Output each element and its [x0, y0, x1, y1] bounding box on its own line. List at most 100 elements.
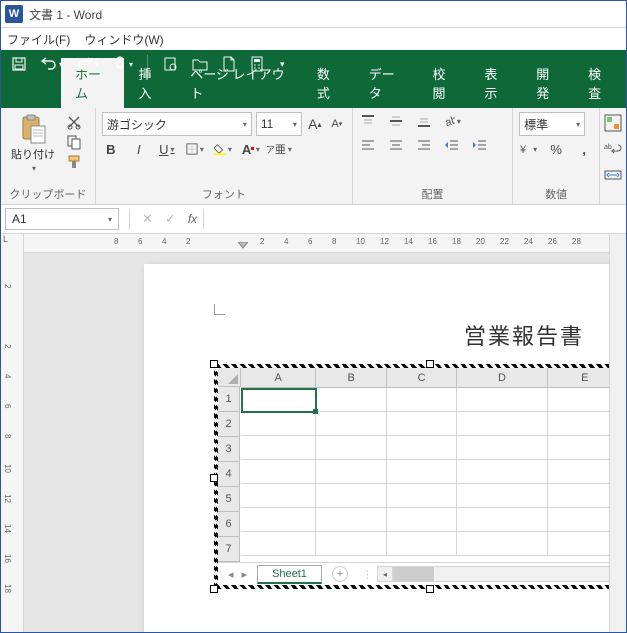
cell[interactable]	[316, 412, 386, 436]
row-header[interactable]: 2	[218, 412, 240, 437]
conditional-format-icon[interactable]	[604, 114, 622, 132]
cell[interactable]	[241, 460, 316, 484]
qat-customize-icon[interactable]: ▾	[280, 59, 285, 70]
tab-developer[interactable]: 開発	[522, 58, 574, 108]
percent-format-icon[interactable]: %	[547, 140, 565, 158]
font-size-select[interactable]: 11▾	[256, 112, 302, 136]
cell[interactable]	[387, 388, 457, 412]
align-left-icon[interactable]	[359, 136, 377, 154]
comma-format-icon[interactable]: ,	[575, 140, 593, 158]
menu-window[interactable]: ウィンドウ(W)	[84, 31, 163, 48]
row-header[interactable]: 4	[218, 462, 240, 487]
add-sheet-icon[interactable]: +	[332, 566, 348, 582]
resize-handle[interactable]	[210, 360, 218, 368]
cell[interactable]	[241, 484, 316, 508]
resize-handle[interactable]	[426, 585, 434, 593]
paste-button[interactable]: 貼り付け ▾	[7, 112, 59, 175]
sheet-nav-prev-icon[interactable]: ◂	[228, 568, 234, 581]
cell[interactable]	[316, 460, 386, 484]
decrease-indent-icon[interactable]	[443, 136, 461, 154]
cell[interactable]	[457, 436, 547, 460]
document-page[interactable]: 営業報告書 1234567 ABCDE	[144, 264, 626, 632]
name-box[interactable]: A1▾	[5, 208, 119, 230]
cell[interactable]	[316, 436, 386, 460]
cell[interactable]	[241, 508, 316, 532]
select-all-corner[interactable]	[218, 368, 241, 387]
orientation-icon[interactable]: ab▾	[443, 112, 461, 130]
cell[interactable]	[387, 436, 457, 460]
hscroll-left-icon[interactable]: ◂	[377, 566, 393, 582]
resize-handle[interactable]	[210, 474, 218, 482]
cancel-formula-icon[interactable]: ✕	[136, 211, 159, 227]
cell[interactable]	[316, 532, 386, 556]
fx-icon[interactable]: fx	[182, 212, 203, 226]
row-header[interactable]: 7	[218, 537, 240, 562]
bold-button[interactable]: B	[102, 140, 120, 158]
new-icon[interactable]	[222, 56, 236, 72]
tab-inspect[interactable]: 検査	[574, 58, 626, 108]
align-top-icon[interactable]	[359, 112, 377, 130]
underline-button[interactable]: U▾	[158, 140, 176, 158]
sheet-nav-next-icon[interactable]: ▸	[242, 568, 248, 581]
number-format-select[interactable]: 標準▾	[519, 112, 585, 136]
formula-input[interactable]	[203, 209, 626, 229]
cell[interactable]	[316, 388, 386, 412]
embedded-excel-object[interactable]: 1234567 ABCDE ▴	[214, 364, 626, 589]
cell[interactable]	[387, 508, 457, 532]
italic-button[interactable]: I	[130, 140, 148, 158]
decrease-font-icon[interactable]: A▾	[328, 115, 346, 133]
align-middle-icon[interactable]	[387, 112, 405, 130]
row-header[interactable]: 6	[218, 512, 240, 537]
cells-area[interactable]	[241, 388, 623, 562]
phonetic-button[interactable]: ア亜▾	[270, 140, 288, 158]
save-icon[interactable]	[11, 56, 27, 72]
cell[interactable]	[241, 532, 316, 556]
wrap-text-icon[interactable]: ab	[604, 140, 622, 158]
cell[interactable]	[457, 532, 547, 556]
row-header[interactable]: 1	[218, 387, 240, 412]
tab-view[interactable]: 表示	[470, 58, 522, 108]
cell[interactable]	[387, 460, 457, 484]
touch-mode-icon[interactable]: ▾	[113, 56, 133, 72]
increase-font-icon[interactable]: A▴	[306, 115, 324, 133]
border-button[interactable]: ▾	[186, 140, 204, 158]
merge-cells-icon[interactable]	[604, 166, 622, 184]
align-center-icon[interactable]	[387, 136, 405, 154]
column-header[interactable]: C	[387, 368, 457, 388]
menu-file[interactable]: ファイル(F)	[7, 31, 70, 48]
cell[interactable]	[457, 508, 547, 532]
column-header[interactable]: B	[316, 368, 386, 388]
embedded-horizontal-scrollbar[interactable]	[393, 566, 624, 582]
cell[interactable]	[457, 484, 547, 508]
row-header[interactable]: 5	[218, 487, 240, 512]
align-bottom-icon[interactable]	[415, 112, 433, 130]
font-name-select[interactable]: 游ゴシック▾	[102, 112, 252, 136]
cell[interactable]	[457, 388, 547, 412]
cell[interactable]	[387, 484, 457, 508]
window-vertical-scrollbar[interactable]	[609, 234, 626, 632]
copy-icon[interactable]	[65, 134, 83, 150]
cut-icon[interactable]	[65, 114, 83, 130]
resize-handle[interactable]	[210, 585, 218, 593]
cell[interactable]	[241, 436, 316, 460]
accounting-format-icon[interactable]: ¥▾	[519, 140, 537, 158]
resize-handle[interactable]	[426, 360, 434, 368]
tab-review[interactable]: 校閲	[419, 58, 471, 108]
cell[interactable]	[387, 532, 457, 556]
tab-data[interactable]: データ	[355, 58, 419, 108]
increase-indent-icon[interactable]	[471, 136, 489, 154]
format-painter-icon[interactable]	[65, 154, 83, 170]
fill-color-button[interactable]: ▾	[214, 140, 232, 158]
cell[interactable]	[316, 508, 386, 532]
column-header[interactable]: A	[241, 368, 316, 388]
calculator-icon[interactable]	[250, 56, 264, 72]
font-color-button[interactable]: A▾	[242, 140, 260, 158]
cell[interactable]	[457, 412, 547, 436]
tab-formulas[interactable]: 数式	[303, 58, 355, 108]
open-icon[interactable]	[192, 57, 208, 71]
indent-marker-icon[interactable]	[238, 242, 248, 252]
redo-icon[interactable]: ▾	[77, 57, 99, 71]
undo-icon[interactable]: ▾	[41, 57, 63, 71]
row-header[interactable]: 3	[218, 437, 240, 462]
print-preview-icon[interactable]	[162, 56, 178, 72]
